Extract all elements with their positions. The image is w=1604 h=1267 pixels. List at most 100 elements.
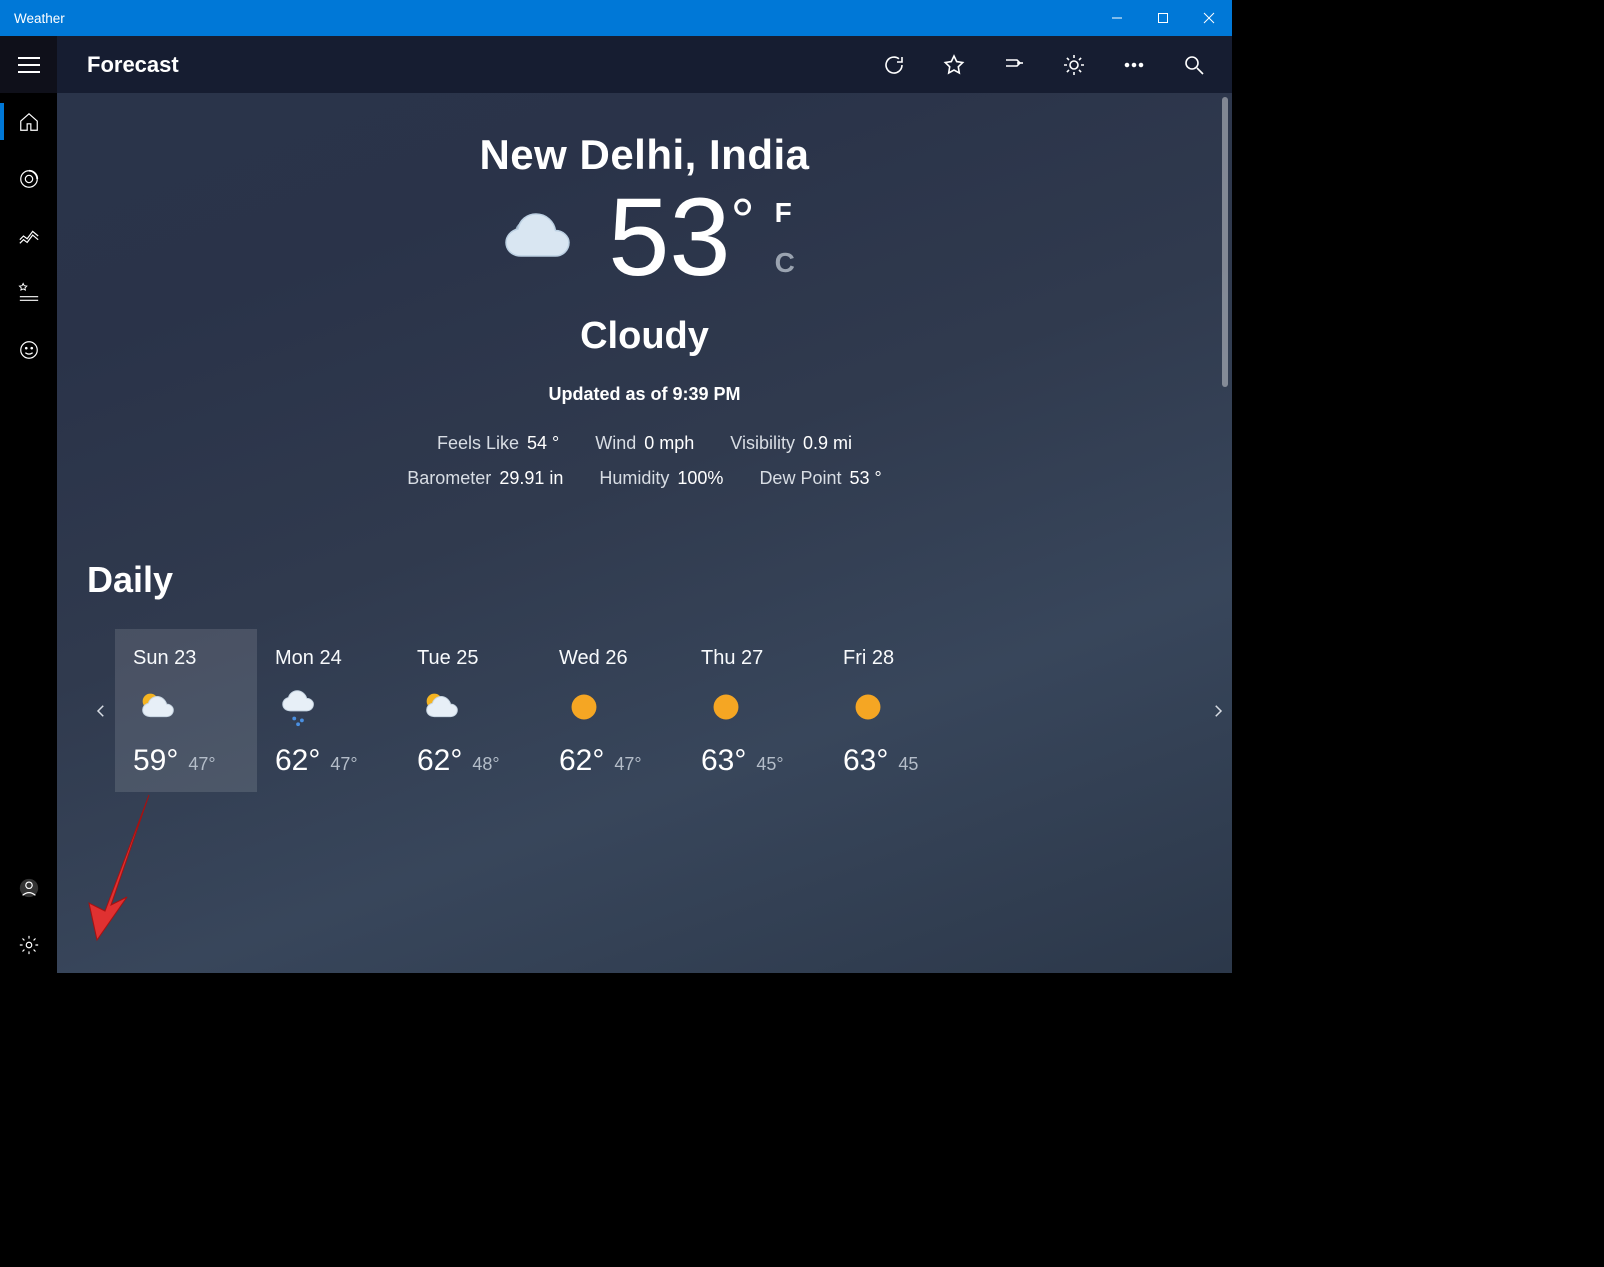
daily-section: Daily Sun 2359°47°Mon 2462°47°Tue 2562°4… [57, 559, 1232, 792]
nav-settings[interactable] [0, 916, 57, 973]
pin-icon [1002, 53, 1026, 77]
window-minimize-button[interactable] [1094, 0, 1140, 36]
top-actions [866, 36, 1222, 93]
detail-label: Feels Like [437, 433, 519, 453]
condition-text: Cloudy [57, 315, 1232, 358]
day-weather-icon [133, 682, 183, 732]
nav-historical[interactable] [0, 207, 57, 264]
detail-label: Dew Point [759, 468, 841, 488]
day-temps: 62° 47° [559, 744, 683, 778]
daily-title: Daily [87, 559, 1232, 601]
pin-button[interactable] [986, 36, 1042, 93]
detail-label: Humidity [599, 468, 669, 488]
nav-maps[interactable] [0, 150, 57, 207]
refresh-icon [882, 53, 906, 77]
day-card[interactable]: Sun 2359°47° [115, 629, 257, 792]
nav-account[interactable] [0, 859, 57, 916]
star-icon [942, 53, 966, 77]
smiley-icon [18, 339, 40, 361]
chevron-right-icon [1209, 702, 1227, 720]
day-weather-icon [843, 682, 893, 732]
chevron-left-icon [92, 702, 110, 720]
hamburger-menu-button[interactable] [0, 36, 57, 93]
top-bar: Forecast [57, 36, 1232, 93]
day-label: Tue 25 [417, 647, 541, 670]
window-title: Weather [14, 11, 65, 26]
day-low: 47° [188, 754, 215, 775]
day-low: 47° [614, 754, 641, 775]
nav-favorites[interactable] [0, 264, 57, 321]
nav-rail [0, 36, 57, 973]
day-label: Thu 27 [701, 647, 825, 670]
current-temperature: 53° [608, 183, 754, 293]
details-row-1: Feels Like 54 ° Wind 0 mph Visibility 0.9 m… [57, 433, 1232, 454]
unit-toggle: F C [775, 197, 795, 279]
details-row-2: Barometer 29.91 in Humidity 100% Dew Point… [57, 468, 1232, 489]
window-close-button[interactable] [1186, 0, 1232, 36]
day-card[interactable]: Fri 28 63° 45 [825, 629, 967, 792]
day-weather-icon [417, 682, 467, 732]
detail-label: Visibility [730, 433, 795, 453]
gear-icon [18, 934, 40, 956]
day-weather-icon [559, 682, 609, 732]
detail-value: 100% [677, 468, 723, 488]
unit-celsius[interactable]: C [775, 247, 795, 279]
radar-icon [18, 168, 40, 190]
day-high: 62° [559, 744, 604, 778]
favorite-button[interactable] [926, 36, 982, 93]
day-low: 45° [756, 754, 783, 775]
day-high: 62° [417, 744, 462, 778]
day-label: Mon 24 [275, 647, 399, 670]
day-temps: 62° 48° [417, 744, 541, 778]
current-condition-icon [494, 190, 590, 286]
nav-forecast-home[interactable] [0, 93, 57, 150]
star-list-icon [18, 282, 40, 304]
location-name: New Delhi, India [57, 131, 1232, 179]
day-weather-icon [275, 682, 325, 732]
daily-row: Sun 2359°47°Mon 2462°47°Tue 2562°48°Wed … [87, 629, 1232, 792]
person-icon [18, 877, 40, 899]
detail-value: 0.9 mi [803, 433, 852, 453]
day-high: 63° [843, 744, 888, 778]
home-icon [18, 111, 40, 133]
day-weather-icon [701, 682, 751, 732]
ellipsis-icon [1122, 53, 1146, 77]
day-label: Wed 26 [559, 647, 683, 670]
day-card[interactable]: Wed 26 62° 47° [541, 629, 683, 792]
unit-fahrenheit[interactable]: F [775, 197, 795, 229]
current-temperature-value: 53 [608, 176, 730, 299]
detail-label: Wind [595, 433, 636, 453]
detail-value: 29.91 in [499, 468, 563, 488]
day-card[interactable]: Mon 24 62°47° [257, 629, 399, 792]
window-maximize-button[interactable] [1140, 0, 1186, 36]
more-button[interactable] [1106, 36, 1162, 93]
day-label: Fri 28 [843, 647, 967, 670]
window-controls [1094, 0, 1232, 36]
page-title: Forecast [87, 52, 179, 78]
nav-feedback[interactable] [0, 321, 57, 378]
daily-next-button[interactable] [1204, 629, 1232, 792]
detail-label: Barometer [407, 468, 491, 488]
day-low: 48° [472, 754, 499, 775]
detail-value: 54 ° [527, 433, 559, 453]
title-bar: Weather [0, 0, 1232, 36]
day-temps: 63° 45 [843, 744, 967, 778]
day-card[interactable]: Tue 25 62° 48° [399, 629, 541, 792]
day-high: 62° [275, 744, 320, 778]
search-icon [1182, 53, 1206, 77]
day-high: 59° [133, 744, 178, 778]
current-conditions: 53° F C [57, 183, 1232, 293]
detail-value: 53 ° [849, 468, 881, 488]
units-button[interactable] [1046, 36, 1102, 93]
refresh-button[interactable] [866, 36, 922, 93]
forecast-content: New Delhi, India 53° F C Cloudy Updated [57, 93, 1232, 973]
day-temps: 62°47° [275, 744, 399, 778]
search-button[interactable] [1166, 36, 1222, 93]
day-card[interactable]: Thu 27 63°45° [683, 629, 825, 792]
daily-prev-button[interactable] [87, 629, 115, 792]
detail-value: 0 mph [644, 433, 694, 453]
chart-icon [18, 225, 40, 247]
day-low: 45 [898, 754, 918, 775]
sun-icon [1062, 53, 1086, 77]
day-temps: 63°45° [701, 744, 825, 778]
